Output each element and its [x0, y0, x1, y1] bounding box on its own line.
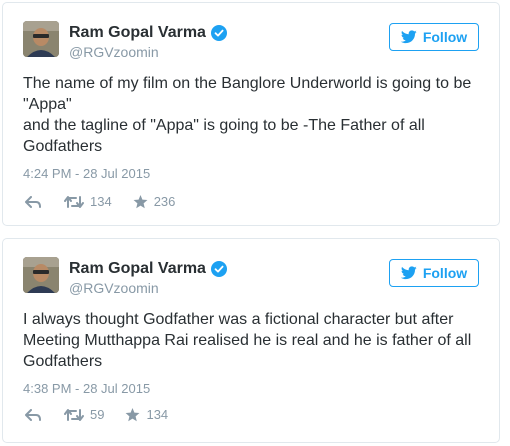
twitter-bird-icon [400, 30, 417, 44]
tweet-text-line: Godfathers [23, 138, 103, 155]
favorite-button[interactable]: 236 [133, 194, 176, 209]
tweet-text-line: I always thought Godfather was a fiction… [23, 311, 454, 328]
username-handle[interactable]: @RGVzoomin [69, 44, 159, 60]
star-icon [133, 194, 148, 208]
retweet-count: 134 [90, 194, 112, 209]
retweet-count: 59 [90, 407, 105, 422]
retweet-icon [64, 408, 84, 421]
username-handle[interactable]: @RGVzoomin [69, 280, 159, 296]
tweet-actions: 59 134 [25, 407, 168, 422]
follow-button[interactable]: Follow [389, 259, 479, 287]
author-name-row[interactable]: Ram Gopal Varma [69, 259, 227, 279]
avatar[interactable] [23, 21, 59, 57]
display-name[interactable]: Ram Gopal Varma [69, 24, 206, 42]
tweet-text-line: Meeting Mutthappa Rai realised he is rea… [23, 332, 472, 349]
tweet-text: I always thought Godfather was a fiction… [23, 309, 493, 372]
display-name[interactable]: Ram Gopal Varma [69, 260, 206, 278]
avatar[interactable] [23, 257, 59, 293]
follow-button[interactable]: Follow [389, 23, 479, 51]
tweet-timestamp[interactable]: 4:24 PM - 28 Jul 2015 [23, 166, 150, 181]
tweet-text-line: "Appa" [23, 96, 72, 113]
verified-badge-icon [210, 261, 227, 277]
favorite-button[interactable]: 134 [125, 407, 168, 422]
star-icon [126, 407, 140, 421]
verified-badge-icon [210, 25, 227, 41]
tweet-card: Ram Gopal Varma @RGVzoomin Follow The na… [2, 2, 500, 226]
retweet-icon [64, 195, 84, 208]
tweet-actions: 134 236 [25, 194, 175, 209]
favorite-count: 236 [153, 194, 176, 209]
favorite-count: 134 [146, 407, 169, 422]
tweet-text-line: and the tagline of "Appa" is going to be… [23, 117, 425, 134]
tweet-card: Ram Gopal Varma @RGVzoomin Follow I alwa… [2, 238, 500, 443]
follow-button-label: Follow [422, 29, 468, 45]
tweet-timestamp[interactable]: 4:38 PM - 28 Jul 2015 [23, 381, 150, 396]
follow-button-label: Follow [422, 265, 468, 281]
tweet-text-line: Godfathers [23, 353, 103, 370]
tweet-text: The name of my film on the Banglore Unde… [23, 73, 493, 157]
retweet-button[interactable]: 59 [64, 407, 104, 422]
tweet-text-line: The name of my film on the Banglore Unde… [23, 75, 472, 92]
reply-icon [25, 195, 41, 208]
twitter-bird-icon [400, 266, 417, 280]
author-name-row[interactable]: Ram Gopal Varma [69, 23, 227, 43]
reply-button[interactable] [25, 408, 43, 421]
reply-button[interactable] [25, 195, 43, 208]
retweet-button[interactable]: 134 [64, 194, 112, 209]
reply-icon [25, 408, 41, 421]
